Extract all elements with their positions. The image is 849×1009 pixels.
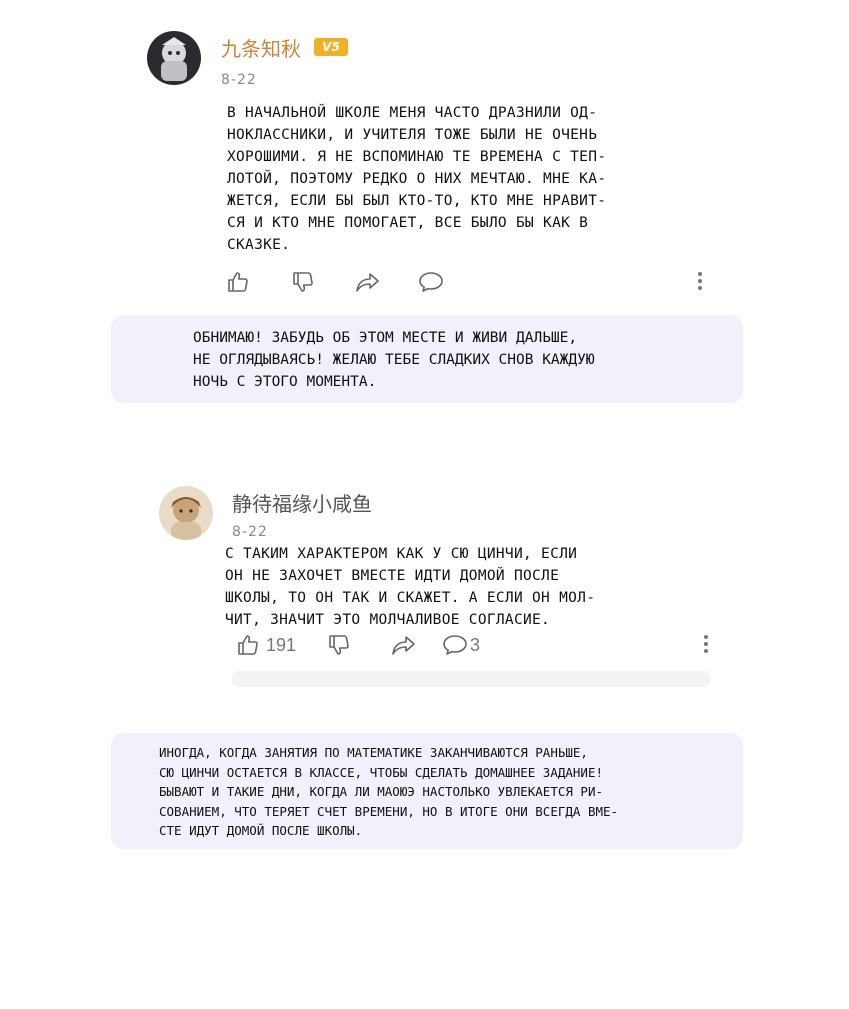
translator-note: Иногда, когда занятия по математике зака… xyxy=(111,733,743,849)
reply-button[interactable]: 3 xyxy=(442,633,480,657)
avatar[interactable] xyxy=(159,486,213,540)
text-line: С таким характером как у Сю Цинчи, если xyxy=(225,546,578,562)
text-line: хорошими. Я не вспоминаю те времена с те… xyxy=(227,149,607,165)
like-button[interactable] xyxy=(226,270,250,294)
text-line: сказке. xyxy=(227,237,291,253)
comment-text: С таким характером как у Сю Цинчи, если … xyxy=(225,543,645,631)
reply-button[interactable] xyxy=(418,270,444,294)
note-line: сованием, что теряет счет времени, но в … xyxy=(159,803,619,819)
note-line: Бывают и такие дни, когда Ли Маоюэ насто… xyxy=(159,784,604,799)
text-line: чит, значит это молчаливое согласие. xyxy=(225,612,551,628)
avatar[interactable] xyxy=(147,31,201,85)
thumbs-down-icon xyxy=(293,272,313,292)
dislike-button[interactable] xyxy=(326,633,352,657)
note-line: не оглядываясь! Желаю тебе сладких снов … xyxy=(193,352,595,368)
share-icon xyxy=(356,273,379,292)
comment-date: 8-22 xyxy=(232,524,268,540)
username[interactable]: 九条知秋 xyxy=(221,33,301,62)
text-line: ноклассники, и учителя тоже были не очен… xyxy=(227,127,598,143)
reply-count: 3 xyxy=(470,634,481,655)
note-line: Сю Цинчи остается в классе, чтобы сделат… xyxy=(159,764,604,780)
comment-actions: 191 3 xyxy=(236,633,480,657)
note-line: Иногда, когда занятия по математике зака… xyxy=(159,745,588,760)
share-icon xyxy=(392,636,415,655)
note-text: Обнимаю! Забудь об этом месте и живи дал… xyxy=(193,327,595,393)
text-line: жется, если бы был кто-то, кто мне нрави… xyxy=(227,193,607,209)
username[interactable]: 静待福缘小咸鱼 xyxy=(232,488,372,517)
thumbs-down-icon xyxy=(329,635,349,655)
text-line: он не захочет вместе идти домой после xyxy=(225,568,560,584)
thumbs-up-icon xyxy=(228,272,248,292)
comment-date: 8-22 xyxy=(221,72,257,88)
note-line: сте идут домой после школы. xyxy=(159,823,363,838)
text-line: ся и кто мне помогает, все было бы как в xyxy=(227,215,589,231)
share-button[interactable] xyxy=(354,270,382,294)
replies-preview-bar[interactable] xyxy=(232,671,710,687)
note-text: Иногда, когда занятия по математике зака… xyxy=(159,743,618,841)
thumbs-up-icon xyxy=(238,635,258,655)
dislike-button[interactable] xyxy=(290,270,316,294)
more-icon[interactable] xyxy=(703,635,709,656)
note-line: Обнимаю! Забудь об этом месте и живи дал… xyxy=(193,330,578,346)
translator-note: Обнимаю! Забудь об этом месте и живи дал… xyxy=(111,315,743,403)
text-line: лотой, поэтому редко о них мечтаю. Мне к… xyxy=(227,171,607,187)
comment-actions xyxy=(226,270,444,294)
text-line: В начальной школе меня часто дразнили од… xyxy=(227,105,598,121)
comment-text: В начальной школе меня часто дразнили од… xyxy=(227,102,677,256)
like-button[interactable]: 191 xyxy=(236,633,296,657)
vip-badge: V5 xyxy=(314,38,348,56)
like-count: 191 xyxy=(266,634,297,655)
text-line: школы, то он так и скажет. А если он мол… xyxy=(225,590,596,606)
comment-icon xyxy=(443,635,467,655)
more-icon[interactable] xyxy=(697,272,703,293)
comment-icon xyxy=(419,272,443,292)
note-line: ночь с этого момента. xyxy=(193,374,377,390)
share-button[interactable] xyxy=(390,633,418,657)
